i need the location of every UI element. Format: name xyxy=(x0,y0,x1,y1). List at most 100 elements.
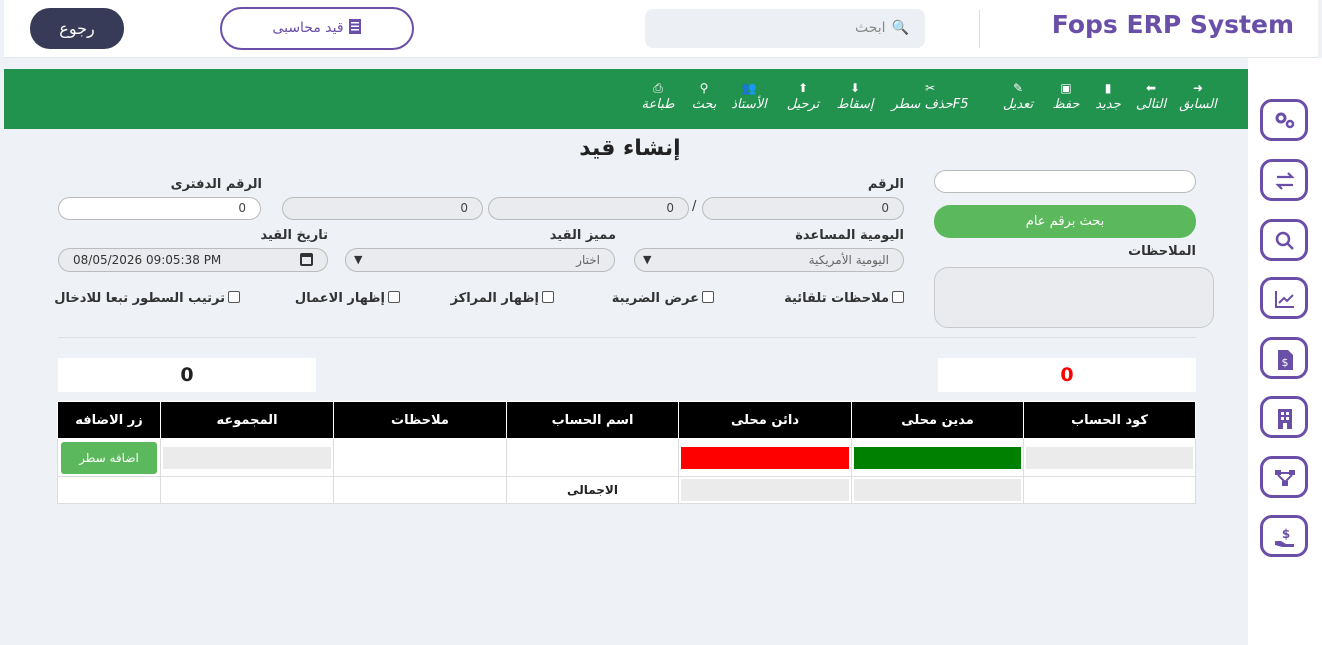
checkbox-label: ترتيب السطور تبعا للادخال xyxy=(54,291,225,306)
receipt-icon xyxy=(348,19,361,34)
search-icon: ⚲ xyxy=(699,81,709,95)
toolbar-label: بحث xyxy=(691,97,717,112)
toolbar-label: جديد xyxy=(1095,97,1121,112)
sum-notes-cell xyxy=(333,476,507,504)
checkbox-box[interactable] xyxy=(388,291,400,303)
add-row-button[interactable]: اضافه سطر xyxy=(61,441,157,474)
col-debit: مدين محلى xyxy=(851,401,1024,439)
checkbox-label: ملاحظات تلقائية xyxy=(784,291,889,306)
checkbox-box[interactable] xyxy=(892,291,904,303)
col-add-button: زر الاضافه xyxy=(57,401,161,439)
notes-cell[interactable] xyxy=(333,438,507,477)
brand-title: Fops ERP System xyxy=(1051,10,1294,39)
number-input[interactable]: 0 xyxy=(702,197,904,220)
show-works-checkbox[interactable]: إظهار الاعمال xyxy=(295,291,400,306)
accounting-entry-button[interactable]: قيد محاسبى xyxy=(220,7,414,50)
checkbox-box[interactable] xyxy=(542,291,554,303)
toolbar-label: حذف سطرF5 xyxy=(891,97,969,112)
settings-gears-icon[interactable] xyxy=(1260,99,1308,141)
show-centers-checkbox[interactable]: إظهار المراكز xyxy=(451,291,554,306)
back-button[interactable]: رجوع xyxy=(30,8,124,49)
search-input[interactable]: 🔍 ابحث xyxy=(645,9,925,48)
col-account-code: كود الحساب xyxy=(1023,401,1196,439)
top-bar: Fops ERP System 🔍 ابحث قيد محاسبى رجوع xyxy=(4,0,1318,58)
book-number-input[interactable]: 0 xyxy=(58,197,261,220)
chart-line-icon[interactable] xyxy=(1260,277,1308,319)
sum-label: الاجمالى xyxy=(506,476,679,504)
group-cell[interactable] xyxy=(160,438,334,477)
table-row: اضافه سطر xyxy=(57,438,1196,477)
building-icon[interactable] xyxy=(1260,396,1308,438)
drop-button[interactable]: ⬇ إسقاط xyxy=(832,79,878,112)
toolbar-label: تعديل xyxy=(1002,97,1034,112)
date-label: تاريخ القيد xyxy=(260,228,328,243)
date-value: 08/05/2026 09:05:38 PM xyxy=(73,253,222,267)
hand-dollar-icon[interactable]: $ xyxy=(1260,515,1308,557)
distinguisher-value: اختار xyxy=(576,253,600,267)
svg-text:$: $ xyxy=(1282,527,1290,541)
calendar-icon[interactable] xyxy=(300,253,313,266)
distinguisher-select[interactable]: اختار ▼ xyxy=(345,248,615,272)
toolbar-search-button[interactable]: ⚲ بحث xyxy=(690,79,718,112)
toolbar-label: الأستاذ xyxy=(731,97,767,112)
journal-select[interactable]: اليومية الأمريكية ▼ xyxy=(634,248,904,272)
sum-group-cell xyxy=(160,476,334,504)
journal-label: اليومية المساعدة xyxy=(795,228,904,243)
general-number-input[interactable] xyxy=(934,170,1196,193)
next-button[interactable]: ⬅ التالى xyxy=(1131,79,1171,112)
sum-credit-cell xyxy=(678,476,852,504)
transfer-arrows-icon[interactable] xyxy=(1260,159,1308,201)
arrow-left-circle-icon: ⬅ xyxy=(1145,81,1157,95)
checkbox-box[interactable] xyxy=(702,291,714,303)
ledger-button[interactable]: 👥 الأستاذ xyxy=(724,79,774,112)
divider xyxy=(979,10,980,48)
add-cell: اضافه سطر xyxy=(57,438,161,477)
search-placeholder: ابحث xyxy=(854,20,886,36)
delete-row-button[interactable]: ✂ حذف سطرF5 xyxy=(888,79,972,112)
debit-credit-difference: 0 xyxy=(938,358,1196,392)
toolbar-label: التالى xyxy=(1135,97,1167,112)
date-input[interactable]: 08/05/2026 09:05:38 PM xyxy=(58,248,328,272)
slash-separator: / xyxy=(692,199,697,214)
toolbar-label: إسقاط xyxy=(836,97,874,112)
number-part2-input[interactable]: 0 xyxy=(488,197,689,220)
accounting-entry-label: قيد محاسبى xyxy=(272,20,344,36)
magnifier-icon: 🔍 xyxy=(891,20,909,36)
file-icon: ▮ xyxy=(1104,81,1112,95)
col-credit: دائن محلى xyxy=(678,401,852,439)
table-header-row: كود الحساب مدين محلى دائن محلى اسم الحسا… xyxy=(57,401,1196,439)
entries-table: كود الحساب مدين محلى دائن محلى اسم الحسا… xyxy=(57,401,1196,504)
total-value: 0 xyxy=(58,358,316,392)
show-tax-checkbox[interactable]: عرض الضريبة xyxy=(612,291,714,306)
new-button[interactable]: ▮ جديد xyxy=(1088,79,1128,112)
checkbox-label: إظهار الاعمال xyxy=(294,291,385,306)
chevron-down-icon: ▼ xyxy=(354,253,363,266)
checkbox-box[interactable] xyxy=(228,291,240,303)
account-code-cell[interactable] xyxy=(1023,438,1196,477)
file-upload-icon: ⬆ xyxy=(797,81,809,95)
book-number-label: الرقم الدفترى xyxy=(170,177,262,192)
search-general-number-button[interactable]: بحث برقم عام xyxy=(934,205,1196,238)
notes-textarea[interactable] xyxy=(934,267,1214,328)
users-icon: 👥 xyxy=(741,81,757,95)
file-download-icon: ⬇ xyxy=(849,81,861,95)
auto-notes-checkbox[interactable]: ملاحظات تلقائية xyxy=(784,291,904,306)
print-button[interactable]: ⎙ طباعة xyxy=(636,79,680,112)
notes-label: الملاحظات xyxy=(1128,244,1196,259)
sum-add-cell xyxy=(57,476,161,504)
search-icon[interactable] xyxy=(1260,219,1308,261)
number-part3-input[interactable]: 0 xyxy=(282,197,483,220)
invoice-dollar-icon[interactable]: $ xyxy=(1260,337,1308,379)
edit-button[interactable]: ✎ تعديل xyxy=(994,79,1042,112)
svg-text:$: $ xyxy=(1282,356,1289,369)
credit-cell[interactable] xyxy=(678,438,852,477)
journal-value: اليومية الأمريكية xyxy=(808,253,889,267)
account-name-cell[interactable] xyxy=(506,438,679,477)
post-button[interactable]: ⬆ ترحيل xyxy=(783,79,823,112)
network-icon[interactable] xyxy=(1260,456,1308,498)
order-by-entry-checkbox[interactable]: ترتيب السطور تبعا للادخال xyxy=(54,291,240,306)
save-button[interactable]: ▣ حفظ xyxy=(1048,79,1084,112)
previous-button[interactable]: ➜ السابق xyxy=(1174,79,1222,112)
arrow-right-circle-icon: ➜ xyxy=(1192,81,1204,95)
debit-cell[interactable] xyxy=(851,438,1024,477)
